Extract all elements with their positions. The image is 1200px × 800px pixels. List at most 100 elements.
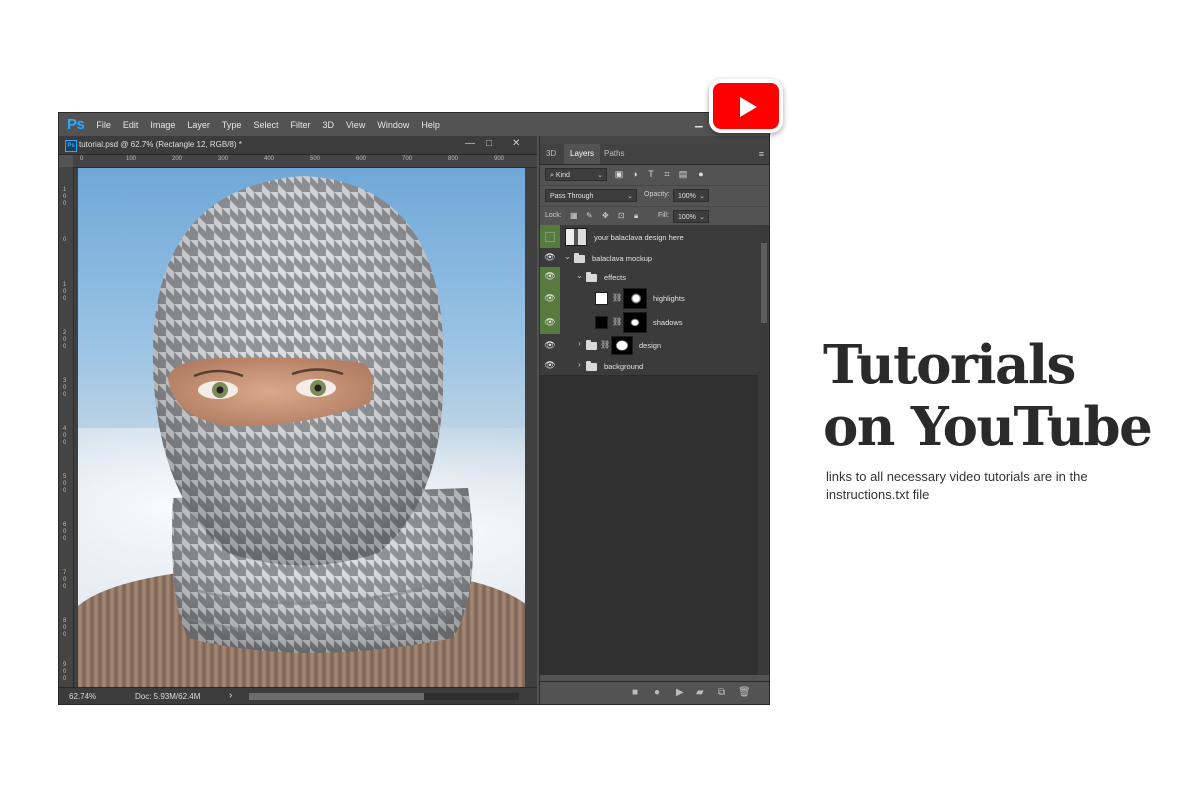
chevron-right-icon[interactable]: › — [578, 339, 581, 348]
eye-icon[interactable]: 👁︎ — [540, 356, 560, 375]
panel-menu-icon[interactable]: ≡ — [759, 149, 764, 159]
pixel-filter-icon[interactable]: ▣ — [614, 169, 624, 180]
vertical-scrollbar[interactable] — [758, 225, 769, 675]
ruler-tick: 400 — [264, 156, 275, 162]
link-icon[interactable]: ⛓︎ — [612, 317, 622, 326]
minimize-icon[interactable]: ▁ — [695, 117, 707, 129]
doc-minimize-icon[interactable]: — — [465, 138, 475, 149]
ruler-tick: 4 0 0 — [63, 426, 67, 446]
ruler-tick: 2 0 0 — [63, 330, 67, 350]
lock-artboard-icon[interactable]: ⊡ — [618, 211, 625, 220]
filter-kind-select[interactable]: ⌕ Kind ⌄ — [545, 168, 607, 181]
blend-mode-select[interactable]: Pass Through ⌄ — [545, 189, 637, 202]
menu-help[interactable]: Help — [421, 120, 440, 130]
layer-name: balaclava mockup — [592, 254, 653, 263]
menu-type[interactable]: Type — [222, 120, 242, 130]
youtube-logo-icon — [709, 79, 783, 133]
chevron-down-icon: ⌄ — [699, 214, 705, 221]
lock-image-icon[interactable]: ✎ — [586, 211, 593, 220]
headline-line-1: Tutorials — [823, 334, 1076, 396]
chevron-right-icon[interactable]: › — [578, 360, 581, 369]
mask-thumbnail[interactable] — [611, 336, 633, 355]
ps-file-icon: Ps — [65, 140, 77, 152]
menu-file[interactable]: File — [96, 120, 111, 130]
type-filter-icon[interactable]: T — [646, 169, 656, 179]
layer-row[interactable]: your balaclava design here — [540, 225, 758, 249]
new-layer-icon[interactable]: ⧉ — [718, 687, 725, 698]
adjustment-filter-icon[interactable]: ◑ — [630, 169, 640, 179]
document-tab-title[interactable]: tutorial.psd @ 62.7% (Rectangle 12, RGB/… — [79, 140, 242, 149]
tab-layers[interactable]: Layers — [564, 144, 601, 164]
ruler-tick: 6 0 0 — [63, 522, 67, 542]
add-mask-icon[interactable]: ▶ — [676, 687, 684, 698]
filter-kind-value: Kind — [555, 172, 570, 179]
chevron-down-icon[interactable]: ⌄ — [576, 271, 583, 280]
document-tab-bar: Ps tutorial.psd @ 62.7% (Rectangle 12, R… — [59, 136, 537, 155]
scrollbar-thumb[interactable] — [761, 243, 767, 323]
menu-layer[interactable]: Layer — [187, 120, 210, 130]
layer-row[interactable]: 👁︎ ⛓︎ highlights — [540, 286, 758, 311]
mockup-photo[interactable] — [78, 168, 525, 687]
ruler-horizontal: 0 100 200 300 400 500 600 700 800 900 — [73, 155, 537, 168]
eye-icon[interactable]: 👁︎ — [540, 267, 560, 286]
eye-icon[interactable]: 👁︎ — [540, 334, 560, 356]
mask-thumbnail[interactable] — [623, 288, 647, 309]
photoshop-logo: Ps — [67, 116, 85, 133]
mask-thumbnail[interactable] — [623, 312, 647, 333]
menu-view[interactable]: View — [346, 120, 365, 130]
tab-3d[interactable]: 3D — [546, 149, 556, 158]
opacity-input[interactable]: 100% ⌄ — [673, 189, 709, 202]
panel-tabs: 3D Layers Paths ≡ — [540, 144, 769, 165]
menu-window[interactable]: Window — [377, 120, 409, 130]
lock-all-icon[interactable]: 🔒︎ — [634, 211, 638, 221]
layer-name: design — [639, 341, 662, 350]
lock-transparent-icon[interactable]: ▦ — [570, 211, 578, 220]
blend-mode-value: Pass Through — [550, 193, 594, 200]
scrollbar-thumb[interactable] — [249, 693, 424, 700]
layers-list: your balaclava design here 👁︎ ⌄ balaclav… — [540, 225, 758, 675]
new-group-icon[interactable]: ▰ — [696, 687, 704, 698]
link-icon[interactable]: ⛓︎ — [600, 340, 610, 349]
smart-filter-icon[interactable]: ▤ — [678, 169, 688, 180]
link-layers-icon[interactable]: ■ — [632, 687, 638, 698]
chevron-down-icon: ⌄ — [597, 172, 603, 179]
panel-footer: ■ ● ▶ ▰ ⧉ 🗑︎ — [540, 681, 769, 704]
menu-edit[interactable]: Edit — [123, 120, 139, 130]
chevron-down-icon[interactable]: ⌄ — [564, 252, 571, 261]
layer-row[interactable]: 👁︎ ⛓︎ shadows — [540, 310, 758, 335]
ruler-tick: 900 — [494, 156, 505, 162]
doc-close-icon[interactable]: ✕ — [512, 138, 520, 149]
headline-line-2: on YouTube — [823, 396, 1153, 458]
shape-filter-icon[interactable]: ⌗ — [662, 169, 672, 180]
horizontal-scrollbar[interactable] — [249, 693, 519, 700]
trash-icon[interactable]: 🗑︎ — [738, 687, 751, 698]
zoom-level[interactable]: 62.74% — [69, 692, 96, 701]
layer-row[interactable]: 👁︎ ⌄ effects — [540, 267, 758, 287]
chevron-down-icon: ⌄ — [627, 193, 633, 200]
eye-icon[interactable]: 👁︎ — [540, 286, 560, 310]
layer-name: background — [604, 362, 644, 371]
status-menu-arrow[interactable]: › — [229, 690, 232, 701]
eye-icon[interactable]: 👁︎ — [540, 248, 560, 267]
lock-position-icon[interactable]: ✥ — [602, 211, 609, 220]
menu-select[interactable]: Select — [253, 120, 278, 130]
balaclava-illustration — [152, 176, 473, 653]
lock-label: Lock: — [545, 212, 562, 219]
filter-toggle-icon[interactable]: ● — [696, 169, 706, 179]
layer-row[interactable]: 👁︎ ⌄ balaclava mockup — [540, 248, 758, 268]
eye-icon[interactable]: 👁︎ — [540, 310, 560, 334]
layer-row[interactable]: 👁︎ › background — [540, 356, 758, 376]
menu-image[interactable]: Image — [150, 120, 175, 130]
fill-input[interactable]: 100% ⌄ — [673, 210, 709, 223]
ruler-tick: 600 — [356, 156, 367, 162]
menu-3d[interactable]: 3D — [322, 120, 334, 130]
doc-restore-icon[interactable]: □ — [486, 138, 492, 149]
panel-collapse-bar[interactable] — [540, 136, 769, 144]
tab-paths[interactable]: Paths — [604, 149, 624, 158]
add-style-icon[interactable]: ● — [654, 687, 660, 698]
layer-row[interactable]: 👁︎ › ⛓︎ design — [540, 334, 758, 357]
layer-name: shadows — [653, 318, 683, 327]
menu-filter[interactable]: Filter — [290, 120, 310, 130]
visibility-toggle[interactable] — [540, 225, 560, 248]
link-icon[interactable]: ⛓︎ — [612, 293, 622, 302]
